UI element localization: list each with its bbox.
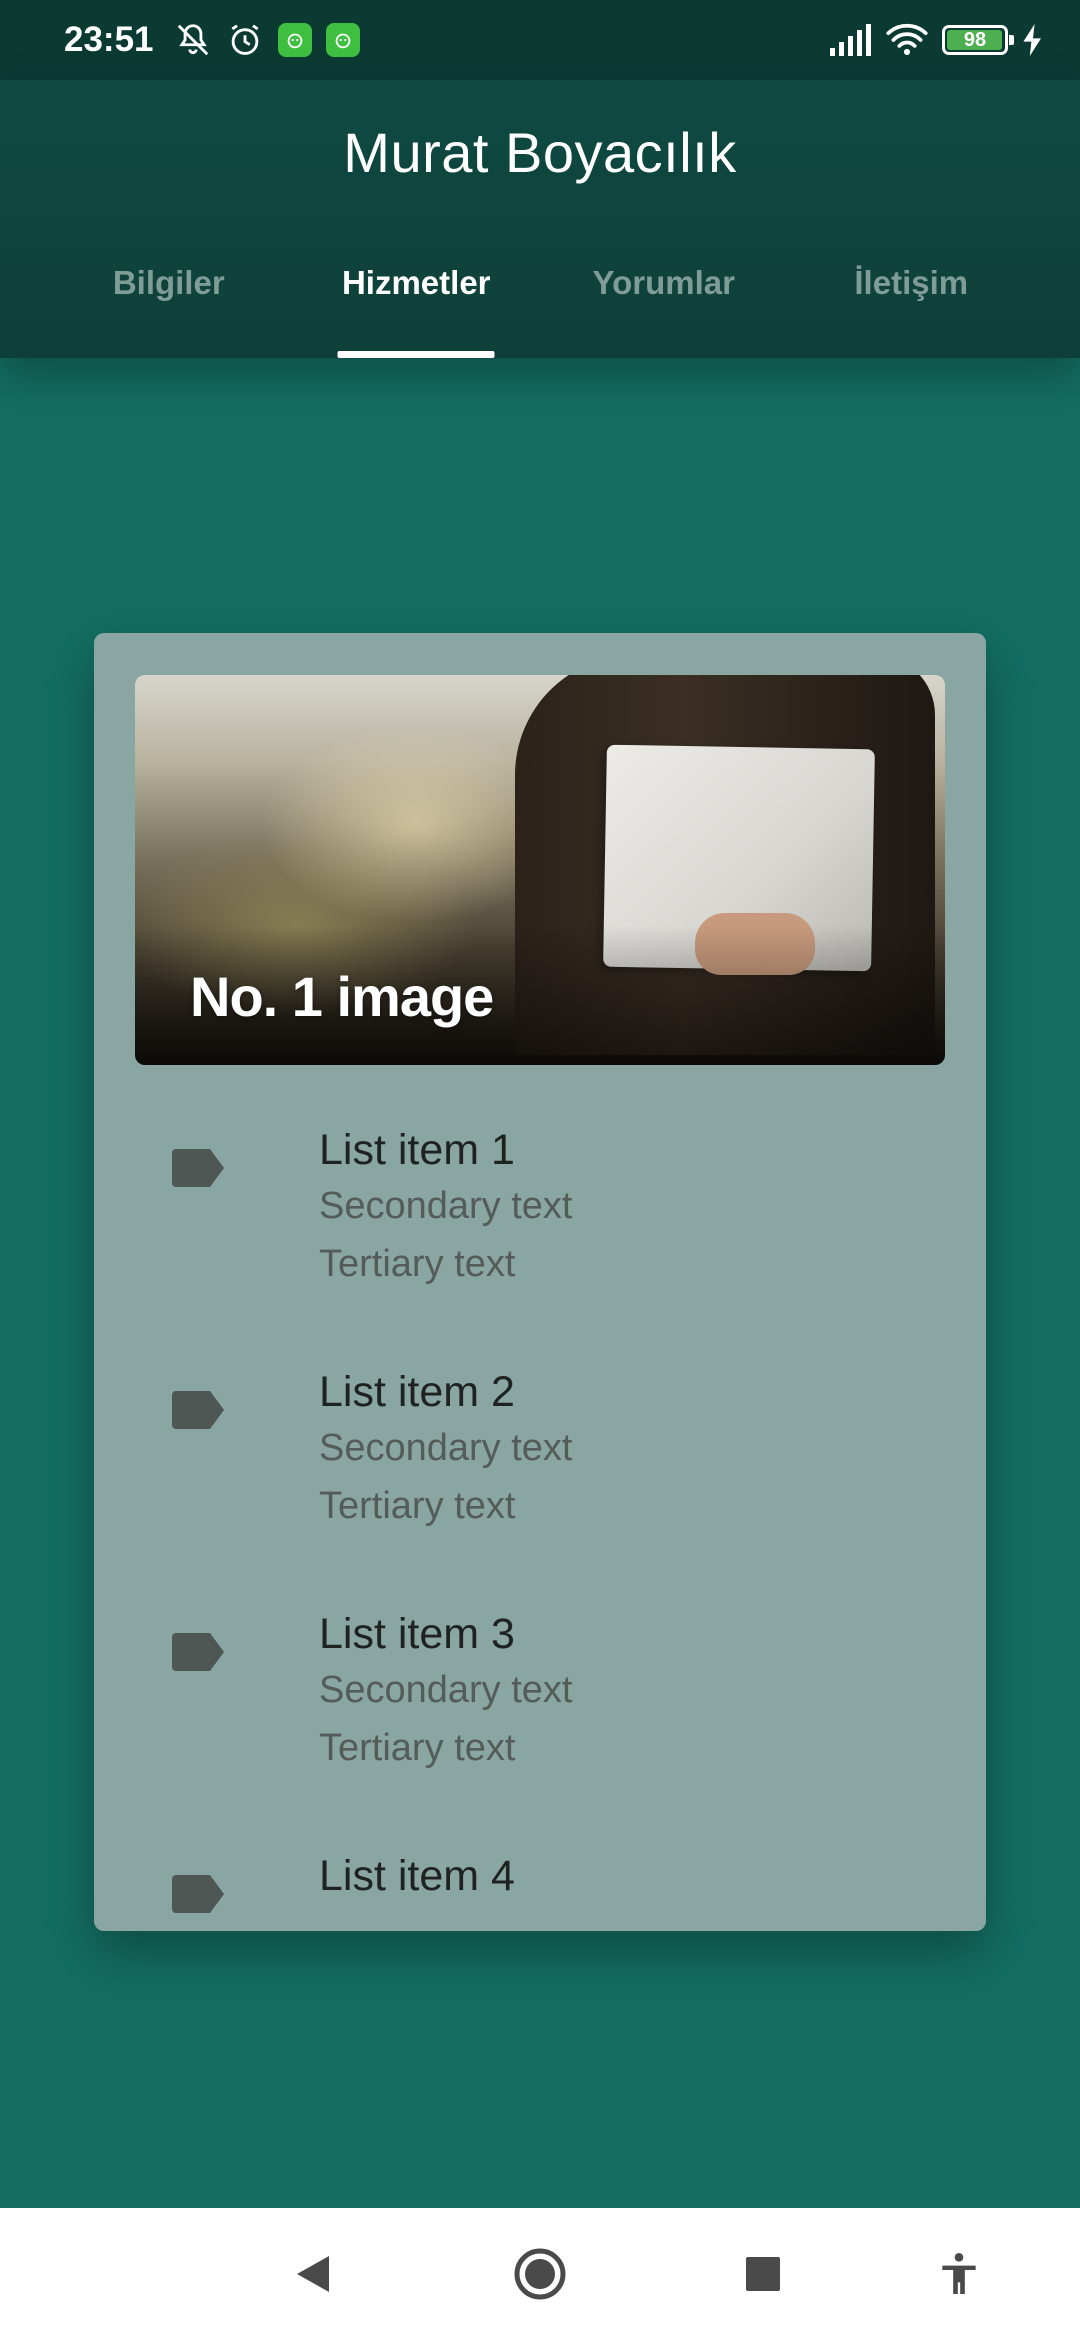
recents-button[interactable] <box>733 2246 793 2306</box>
app-notification-icon <box>325 23 360 57</box>
list-item[interactable]: List item 2 Secondary text Tertiary text <box>94 1325 986 1567</box>
image-caption: No. 1 image <box>190 965 494 1028</box>
hero-image[interactable]: No. 1 image <box>135 675 945 1065</box>
system-nav-bar <box>0 2208 1080 2340</box>
list-item-texts: List item 1 Secondary text Tertiary text <box>319 1123 572 1293</box>
active-tab-indicator <box>337 351 495 358</box>
status-icons-left <box>174 21 360 59</box>
status-icons-right: 98 <box>830 23 1044 57</box>
accessibility-button[interactable] <box>929 2246 989 2306</box>
page-title: Murat Boyacılık <box>343 121 737 184</box>
list-item[interactable]: List item 3 Secondary text Tertiary text <box>94 1567 986 1809</box>
list-item-secondary: Secondary text <box>319 1427 573 1469</box>
list-item-tertiary: Tertiary text <box>319 1727 516 1769</box>
tab-label: Yorumlar <box>592 264 735 301</box>
label-icon <box>172 1633 226 1671</box>
signal-icon <box>830 24 872 56</box>
tab-label: İletişim <box>854 264 969 301</box>
label-icon <box>172 1149 226 1187</box>
tab-bar: Bilgiler Hizmetler Yorumlar İletişim <box>45 240 1035 358</box>
list-item-tertiary: Tertiary text <box>319 1485 516 1527</box>
tab-yorumlar[interactable]: Yorumlar <box>540 240 788 358</box>
mute-notification-icon <box>174 21 212 59</box>
tab-bilgiler[interactable]: Bilgiler <box>45 240 293 358</box>
list-item-texts: List item 4 <box>319 1849 515 1903</box>
wifi-icon <box>886 23 928 57</box>
list-item-primary: List item 3 <box>319 1610 515 1658</box>
list-item-secondary: Secondary text <box>319 1669 573 1711</box>
battery-tip <box>1009 35 1014 45</box>
label-icon <box>172 1875 226 1913</box>
app-notification-icon <box>277 23 312 57</box>
tab-label: Hizmetler <box>341 264 491 301</box>
service-list: List item 1 Secondary text Tertiary text… <box>94 1083 986 1931</box>
accessibility-icon <box>939 2252 979 2301</box>
status-time: 23:51 <box>64 20 154 59</box>
back-button[interactable] <box>283 2246 343 2306</box>
back-icon <box>295 2254 331 2299</box>
list-item-texts: List item 2 Secondary text Tertiary text <box>319 1365 572 1535</box>
alarm-icon <box>226 21 264 59</box>
home-icon <box>513 2247 567 2306</box>
list-item[interactable]: List item 1 Secondary text Tertiary text <box>94 1083 986 1325</box>
tab-iletisim[interactable]: İletişim <box>788 240 1036 358</box>
recents-icon <box>745 2256 781 2297</box>
list-item-secondary: Secondary text <box>319 1185 573 1227</box>
list-item-tertiary: Tertiary text <box>319 1243 516 1285</box>
app-bar: Murat Boyacılık Bilgiler Hizmetler Yorum… <box>0 80 1080 358</box>
list-item-primary: List item 1 <box>319 1126 515 1174</box>
list-item-primary: List item 2 <box>319 1368 515 1416</box>
status-bar: 23:51 98 <box>0 0 1080 80</box>
home-button[interactable] <box>510 2246 570 2306</box>
list-item-primary: List item 4 <box>319 1852 515 1900</box>
label-icon <box>172 1391 226 1429</box>
tab-label: Bilgiler <box>112 264 225 301</box>
charging-icon <box>1022 24 1044 56</box>
list-item-texts: List item 3 Secondary text Tertiary text <box>319 1607 572 1777</box>
services-card: No. 1 image List item 1 Secondary text T… <box>94 633 986 1931</box>
battery-level: 98 <box>963 28 987 51</box>
battery-icon: 98 <box>942 25 1014 55</box>
tab-hizmetler[interactable]: Hizmetler <box>293 240 541 358</box>
list-item[interactable]: List item 4 <box>94 1809 986 1931</box>
